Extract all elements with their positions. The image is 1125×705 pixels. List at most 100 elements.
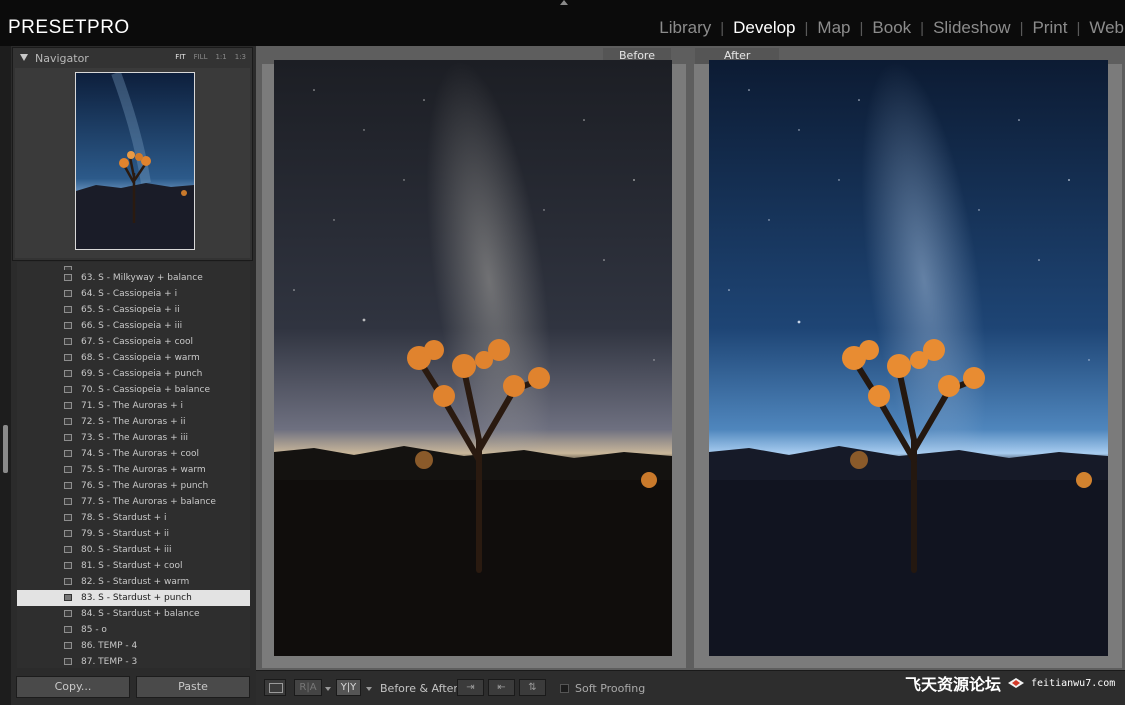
swap-before-after-button[interactable]: ⇅ <box>519 679 546 696</box>
preset-label: 65. S - Cassiopeia + ii <box>81 305 180 315</box>
preset-label: 70. S - Cassiopeia + balance <box>81 385 211 395</box>
preset-item[interactable]: 65. S - Cassiopeia + ii <box>17 302 250 318</box>
soft-proofing-checkbox[interactable] <box>560 684 569 693</box>
preset-label: 80. S - Stardust + iii <box>81 545 172 555</box>
preset-item[interactable]: 87. TEMP - 3 <box>17 654 250 668</box>
preset-icon <box>64 450 72 457</box>
preset-label: 66. S - Cassiopeia + iii <box>81 321 183 331</box>
module-book[interactable]: Book <box>863 18 920 38</box>
watermark-text: 飞天资源论坛 <box>905 675 1002 694</box>
chevron-down-icon[interactable] <box>325 687 331 691</box>
preset-label: 67. S - Cassiopeia + cool <box>81 337 194 347</box>
preset-item[interactable]: 83. S - Stardust + punch <box>17 590 250 606</box>
module-web[interactable]: Web <box>1080 18 1125 38</box>
preset-icon <box>64 354 72 361</box>
preset-label: 82. S - Stardust + warm <box>81 577 190 587</box>
preset-item[interactable]: 75. S - The Auroras + warm <box>17 462 250 478</box>
copy-after-to-before-button[interactable]: ⇤ <box>488 679 515 696</box>
preset-list: 62. S - Milkyway + punch 63. S - Milkyway… <box>17 262 250 668</box>
zoom-fill[interactable]: FILL <box>194 53 208 61</box>
preset-item[interactable]: 85 - o <box>17 622 250 638</box>
left-panel-scrollbar[interactable] <box>3 425 8 473</box>
preset-icon <box>64 434 72 441</box>
preset-label: 72. S - The Auroras + ii <box>81 417 186 427</box>
preset-item[interactable]: 67. S - Cassiopeia + cool <box>17 334 250 350</box>
preset-item[interactable]: 74. S - The Auroras + cool <box>17 446 250 462</box>
preset-label: 81. S - Stardust + cool <box>81 561 183 571</box>
module-slideshow[interactable]: Slideshow <box>924 18 1020 38</box>
before-after-view-button[interactable]: Y|Y <box>336 679 361 696</box>
preset-item[interactable]: 80. S - Stardust + iii <box>17 542 250 558</box>
zoom-1-1[interactable]: 1:1 <box>215 53 226 61</box>
zoom-fit[interactable]: FIT <box>175 53 185 61</box>
preset-item[interactable]: 72. S - The Auroras + ii <box>17 414 250 430</box>
preset-label: 77. S - The Auroras + balance <box>81 497 216 507</box>
preset-icon <box>64 578 72 585</box>
preset-icon <box>64 498 72 505</box>
preset-label: 76. S - The Auroras + punch <box>81 481 209 491</box>
preset-item[interactable]: 71. S - The Auroras + i <box>17 398 250 414</box>
preset-item[interactable]: 69. S - Cassiopeia + punch <box>17 366 250 382</box>
preset-icon <box>64 658 72 665</box>
preset-label: 79. S - Stardust + ii <box>81 529 170 539</box>
paste-settings-button[interactable]: Paste <box>136 676 250 698</box>
preset-icon <box>64 482 72 489</box>
preset-item[interactable]: 66. S - Cassiopeia + iii <box>17 318 250 334</box>
preset-icon <box>64 370 72 377</box>
preset-icon <box>64 562 72 569</box>
preset-item[interactable]: 70. S - Cassiopeia + balance <box>17 382 250 398</box>
watermark: 飞天资源论坛 feitianwu7.com <box>905 672 1115 694</box>
preset-item[interactable]: 81. S - Stardust + cool <box>17 558 250 574</box>
navigator-title: Navigator <box>35 52 89 65</box>
brand-logo: PRESETPRO <box>8 17 130 38</box>
preset-item[interactable]: 86. TEMP - 4 <box>17 638 250 654</box>
preset-label: 68. S - Cassiopeia + warm <box>81 353 200 363</box>
copy-before-to-after-button[interactable]: ⇥ <box>457 679 484 696</box>
module-develop[interactable]: Develop <box>724 18 804 38</box>
preset-label: 64. S - Cassiopeia + i <box>81 289 178 299</box>
navigator-thumbnail[interactable] <box>75 72 195 250</box>
collapse-top-panel-icon[interactable] <box>560 0 568 5</box>
module-library[interactable]: Library <box>650 18 720 38</box>
preset-item[interactable]: 62. S - Milkyway + punch <box>17 262 250 270</box>
navigator-zoom-options: FIT FILL 1:1 1:3 <box>175 53 246 61</box>
preset-label: 71. S - The Auroras + i <box>81 401 183 411</box>
preset-item[interactable]: 77. S - The Auroras + balance <box>17 494 250 510</box>
after-photo[interactable] <box>709 60 1108 656</box>
chevron-down-icon[interactable] <box>366 687 372 691</box>
preset-label: 84. S - Stardust + balance <box>81 609 200 619</box>
copy-settings-button[interactable]: Copy... <box>16 676 130 698</box>
preset-item[interactable]: 82. S - Stardust + warm <box>17 574 250 590</box>
preset-item[interactable]: 76. S - The Auroras + punch <box>17 478 250 494</box>
watermark-url: feitianwu7.com <box>1031 677 1116 689</box>
preset-icon <box>64 594 72 601</box>
preset-icon <box>64 290 72 297</box>
navigator-panel: Navigator FIT FILL 1:1 1:3 <box>12 47 253 261</box>
preset-item[interactable]: 63. S - Milkyway + balance <box>17 270 250 286</box>
before-after-label: Before & After : <box>380 682 466 695</box>
preset-icon <box>64 610 72 617</box>
navigator-preview[interactable] <box>15 68 250 258</box>
preset-item[interactable]: 78. S - Stardust + i <box>17 510 250 526</box>
preset-item[interactable]: 68. S - Cassiopeia + warm <box>17 350 250 366</box>
preset-icon <box>64 530 72 537</box>
preset-icon <box>64 418 72 425</box>
preset-icon <box>64 306 72 313</box>
module-print[interactable]: Print <box>1023 18 1076 38</box>
loupe-view-button[interactable] <box>264 679 286 696</box>
preset-item[interactable]: 79. S - Stardust + ii <box>17 526 250 542</box>
module-picker: Library | Develop | Map | Book | Slidesh… <box>650 18 1125 38</box>
before-photo[interactable] <box>274 60 672 656</box>
preset-item[interactable]: 73. S - The Auroras + iii <box>17 430 250 446</box>
zoom-1-3[interactable]: 1:3 <box>235 53 246 61</box>
reference-view-button[interactable]: R|A <box>294 679 322 696</box>
preset-label: 85 - o <box>81 625 107 635</box>
preset-item[interactable]: 84. S - Stardust + balance <box>17 606 250 622</box>
preset-item[interactable]: 64. S - Cassiopeia + i <box>17 286 250 302</box>
navigator-header[interactable]: Navigator FIT FILL 1:1 1:3 <box>13 48 252 68</box>
left-panel-edge <box>0 46 11 705</box>
preset-icon <box>64 338 72 345</box>
module-map[interactable]: Map <box>808 18 859 38</box>
collapse-triangle-icon[interactable] <box>20 54 28 61</box>
preset-icon <box>64 274 72 281</box>
